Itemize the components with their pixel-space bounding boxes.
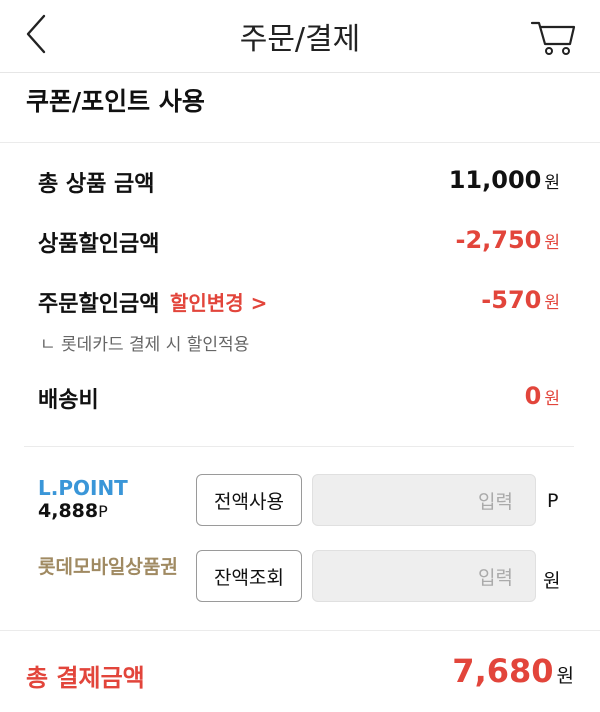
divider xyxy=(0,630,600,631)
total-product-label: 총 상품 금액 xyxy=(38,172,155,197)
total-payment-label: 총 결제금액 xyxy=(26,664,145,692)
header: 주문/결제 xyxy=(0,0,600,73)
divider xyxy=(0,142,600,143)
order-discount-value: -570 원 xyxy=(481,286,560,314)
product-discount-label: 상품할인금액 xyxy=(38,232,160,257)
change-discount-link[interactable]: 할인변경 > xyxy=(170,287,267,316)
gift-card-name: 롯데모바일상품권 xyxy=(38,556,178,578)
use-all-points-button[interactable]: 전액사용 xyxy=(196,474,302,526)
shipping-label: 배송비 xyxy=(38,388,99,413)
cart-icon xyxy=(530,21,576,55)
gift-card-unit: 원 xyxy=(543,570,561,592)
order-discount-label: 주문할인금액 xyxy=(38,292,160,317)
product-discount-value: -2,750 원 xyxy=(455,226,560,254)
lpoint-name: L.POINT xyxy=(38,476,128,500)
divider xyxy=(24,446,574,447)
gift-card-input[interactable]: 입력 xyxy=(312,550,536,602)
page-title: 주문/결제 xyxy=(239,22,361,57)
lpoint-balance: 4,888P xyxy=(38,500,108,522)
shipping-value: 0원 xyxy=(524,382,560,410)
lpoint-unit: P xyxy=(547,490,559,512)
check-balance-button[interactable]: 잔액조회 xyxy=(196,550,302,602)
cart-button[interactable] xyxy=(528,14,578,58)
coupon-point-section-title[interactable]: 쿠폰/포인트 사용 xyxy=(26,82,205,118)
total-payment-value: 7,680 원 xyxy=(452,652,574,690)
total-product-value: 11,000 원 xyxy=(448,166,560,194)
lotte-card-discount-note: ㄴ 롯데카드 결제 시 할인적용 xyxy=(40,335,250,355)
lpoint-input[interactable]: 입력 xyxy=(312,474,536,526)
